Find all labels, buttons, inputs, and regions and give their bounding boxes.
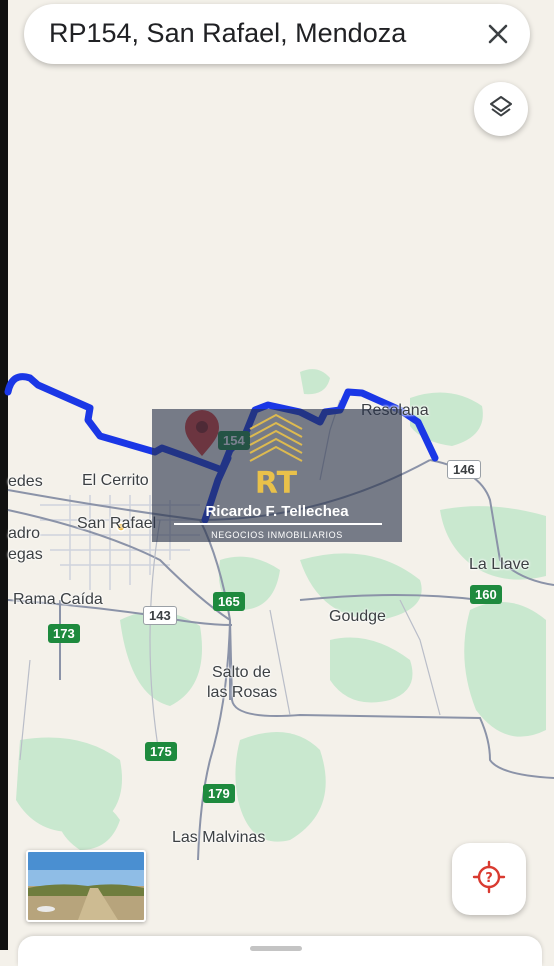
search-bar[interactable]: RP154, San Rafael, Mendoza: [24, 4, 530, 64]
watermark-overlay: RT Ricardo F. Tellechea NEGOCIOS INMOBIL…: [152, 409, 402, 542]
route-shield-146: 146: [447, 460, 481, 479]
watermark-subtitle: NEGOCIOS INMOBILIARIOS: [211, 530, 343, 540]
bottom-sheet[interactable]: [18, 936, 542, 966]
street-view-thumbnail[interactable]: [26, 850, 146, 922]
search-query[interactable]: RP154, San Rafael, Mendoza: [49, 18, 406, 49]
layers-icon: [488, 94, 514, 125]
svg-text:?: ?: [485, 871, 493, 886]
place-label-el-cerrito: El Cerrito: [82, 472, 149, 489]
watermark-logo-letters: RT: [255, 466, 298, 499]
street-view-image: [28, 852, 144, 920]
place-label-san-rafael: San Rafael: [77, 515, 157, 532]
place-label-las-rosas: las Rosas: [207, 684, 278, 701]
place-label-salto-de: Salto de: [212, 664, 271, 681]
my-location-button[interactable]: ?: [452, 843, 526, 915]
route-shield-165: 165: [213, 592, 245, 611]
place-label-egas: egas: [8, 546, 43, 563]
route-shield-160: 160: [470, 585, 502, 604]
my-location-icon: ?: [472, 860, 506, 899]
close-icon[interactable]: [482, 18, 514, 50]
route-shield-173: 173: [48, 624, 80, 643]
place-label-la-llave: La Llave: [469, 556, 530, 573]
place-label-edes: edes: [8, 473, 43, 490]
route-shield-175: 175: [145, 742, 177, 761]
watermark-name: Ricardo F. Tellechea: [205, 503, 349, 520]
place-label-goudge: Goudge: [329, 608, 386, 625]
drag-handle[interactable]: [250, 946, 302, 951]
watermark-divider: [174, 523, 382, 525]
layers-button[interactable]: [474, 82, 528, 136]
route-shield-143: 143: [143, 606, 177, 625]
watermark-logo: RT: [249, 413, 303, 499]
place-label-las-malvinas: Las Malvinas: [172, 829, 266, 846]
place-label-adro: adro: [8, 525, 41, 542]
route-shield-179: 179: [203, 784, 235, 803]
place-label-rama-caida: Rama Caída: [13, 591, 103, 608]
